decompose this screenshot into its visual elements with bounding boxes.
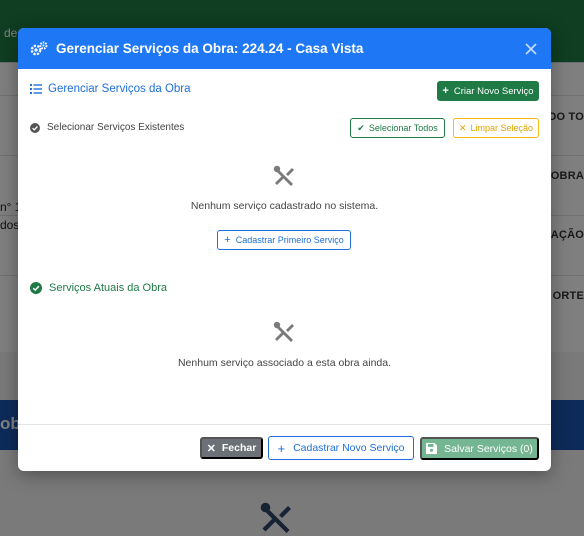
close-label: Fechar: [221, 442, 257, 454]
gears-icon: [30, 41, 48, 57]
select-all-button[interactable]: ✔ Selecionar Todos: [350, 118, 445, 138]
register-first-service-button[interactable]: + Cadastrar Primeiro Serviço: [217, 230, 351, 250]
manage-services-heading: Gerenciar Serviços da Obra: [30, 83, 191, 95]
x-icon: ✕: [458, 122, 467, 133]
register-new-service-label: Cadastrar Novo Serviço: [293, 442, 405, 454]
register-new-service-button[interactable]: + Cadastrar Novo Serviço: [268, 436, 414, 460]
select-existing-label: Selecionar Serviços Existentes: [47, 122, 185, 133]
select-all-label: Selecionar Todos: [368, 123, 438, 133]
no-services-text: Nenhum serviço cadastrado no sistema.: [190, 200, 379, 212]
close-icon[interactable]: [523, 41, 539, 57]
modal-header: Gerenciar Serviços da Obra: 224.24 - Cas…: [18, 28, 551, 69]
create-service-label: Criar Novo Serviço: [453, 85, 534, 97]
register-first-service-label: Cadastrar Primeiro Serviço: [235, 235, 344, 245]
create-service-button[interactable]: + Criar Novo Serviço: [437, 81, 539, 101]
plus-icon: +: [224, 234, 231, 246]
current-services-heading: Serviços Atuais da Obra: [30, 282, 167, 294]
clear-selection-label: Limpar Seleção: [470, 123, 534, 133]
manage-services-label: Gerenciar Serviços da Obra: [48, 83, 191, 95]
select-existing-heading: Selecionar Serviços Existentes: [30, 122, 184, 133]
check-circle-icon: [30, 122, 40, 133]
double-check-icon: ✔: [357, 122, 365, 133]
plus-icon: +: [277, 440, 286, 456]
no-associated-services-text: Nenhum serviço associado a esta obra ain…: [177, 357, 392, 369]
close-button[interactable]: ✕ Fechar: [200, 437, 263, 459]
current-services-label: Serviços Atuais da Obra: [49, 282, 168, 294]
tools-icon: [273, 165, 294, 186]
floppy-disk-icon: [426, 443, 438, 454]
manage-services-modal: Gerenciar Serviços da Obra: 224.24 - Cas…: [18, 28, 551, 471]
clear-selection-button[interactable]: ✕ Limpar Seleção: [453, 118, 539, 138]
list-icon: [30, 84, 42, 94]
save-services-label: Salvar Serviços (0): [444, 442, 533, 455]
tools-icon: [273, 321, 294, 342]
modal-title: Gerenciar Serviços da Obra: 224.24 - Cas…: [56, 41, 364, 56]
check-circle-icon: [30, 282, 42, 294]
plus-icon: +: [442, 85, 449, 97]
modal-footer: ✕ Fechar + Cadastrar Novo Serviço Salvar…: [18, 424, 551, 471]
save-services-button[interactable]: Salvar Serviços (0): [420, 437, 539, 460]
x-icon: ✕: [206, 442, 216, 455]
